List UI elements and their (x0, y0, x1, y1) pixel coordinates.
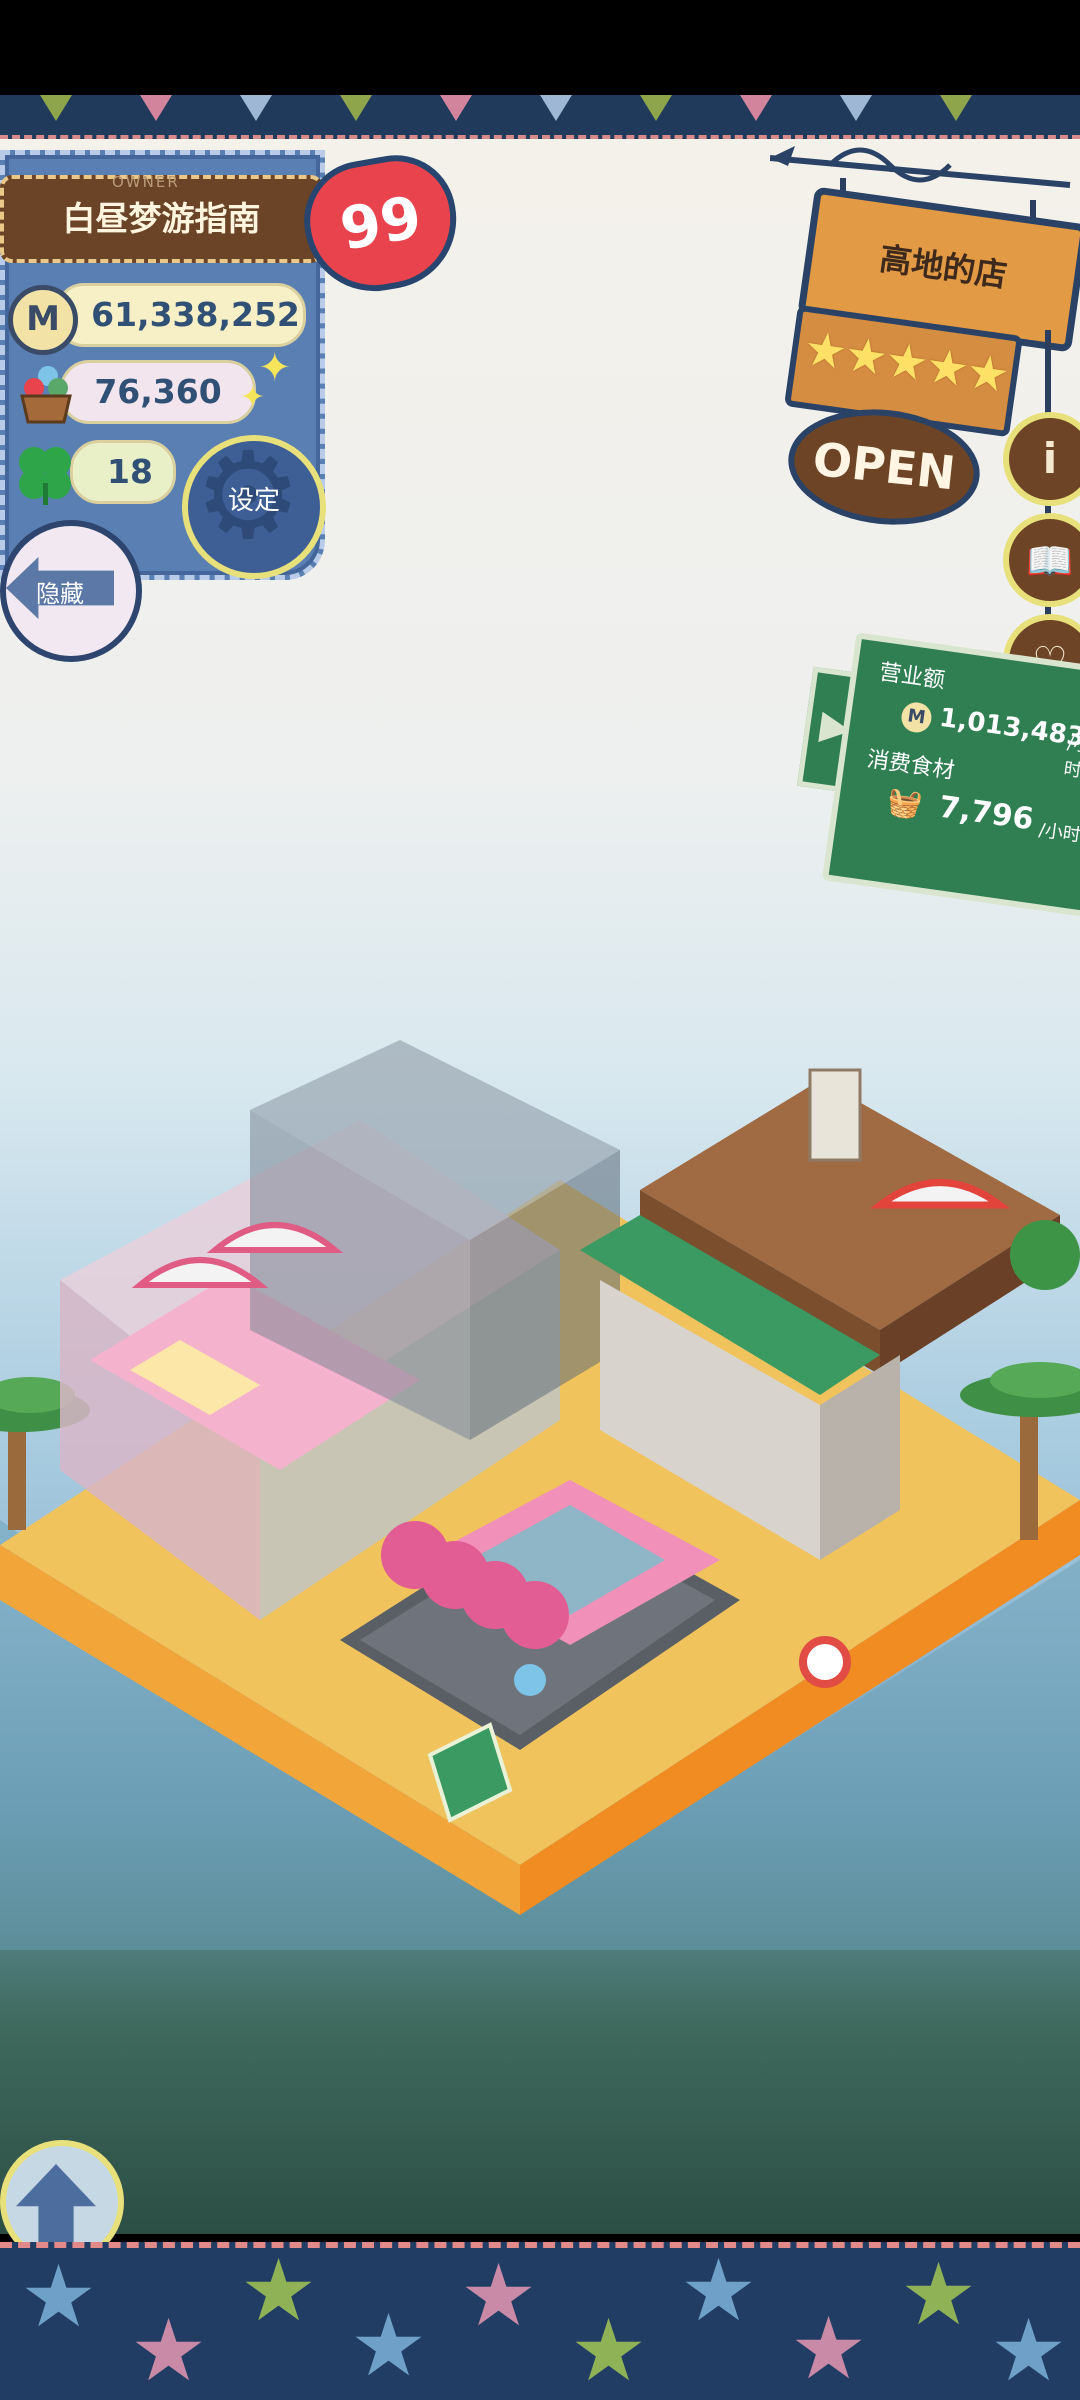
info-icon: i (1042, 434, 1058, 483)
ingredient-basket-icon (20, 366, 72, 424)
coin-icon: M (899, 700, 934, 735)
decor-star: ★ (680, 2241, 758, 2341)
decor-star: ★ (570, 2301, 648, 2400)
decor-star: ★ (460, 2246, 538, 2346)
status-bar (0, 0, 1080, 95)
consumption-label: 消费食材 (865, 747, 957, 785)
decor-star: ★ (900, 2245, 978, 2345)
decor-star: ★ (240, 2241, 318, 2341)
sparkle-icon-small: ✦ (240, 380, 266, 415)
decor-star: ★ (350, 2296, 428, 2396)
clovers-value: 18 (107, 452, 153, 491)
decor-star: ★ (790, 2299, 868, 2399)
consumption-value: 7,796 (936, 789, 1036, 838)
rating-star-5: ★ (962, 343, 1014, 405)
hide-button[interactable]: 隐藏 (0, 520, 142, 662)
settings-label: 设定 (227, 486, 280, 516)
top-decorative-border (0, 95, 1080, 139)
decor-star: ★ (990, 2301, 1068, 2400)
revenue-label: 营业额 (877, 659, 947, 694)
owner-label: OWNER (112, 173, 180, 191)
ingredients-display: 76,360 (60, 360, 256, 424)
revenue-value: 1,013,483 (937, 702, 1080, 753)
hide-label: 隐藏 (36, 580, 84, 608)
sales-stats-board: 营业额 M 1,013,483 /小时 消费食材 🧺 7,796 /小时 (821, 632, 1080, 918)
isometric-shop-scene[interactable] (0, 1000, 1080, 1950)
settings-button[interactable]: ⚙ 设定 (182, 435, 326, 579)
beach-ball[interactable] (799, 1636, 851, 1688)
bottom-decorative-border: ★ ★ ★ ★ ★ ★ ★ ★ ★ ★ (0, 2242, 1080, 2400)
money-display: 61,338,252 (55, 283, 306, 347)
book-icon: 📖 (1026, 539, 1074, 583)
coin-icon: M (8, 285, 78, 355)
consumption-unit: /小时 (1037, 819, 1080, 847)
decor-star: ★ (20, 2247, 98, 2347)
four-leaf-clover-icon (19, 447, 71, 505)
ingredient-basket-icon: 🧺 (885, 784, 925, 822)
clovers-display: 18 (70, 440, 176, 504)
ingredients-value: 76,360 (94, 372, 222, 411)
game-screen: 白昼梦游指南 OWNER 99 61,338,252 M 76,360 ✦ ✦ … (0, 0, 1080, 2400)
money-value: 61,338,252 (91, 295, 300, 334)
decor-star: ★ (130, 2301, 208, 2400)
